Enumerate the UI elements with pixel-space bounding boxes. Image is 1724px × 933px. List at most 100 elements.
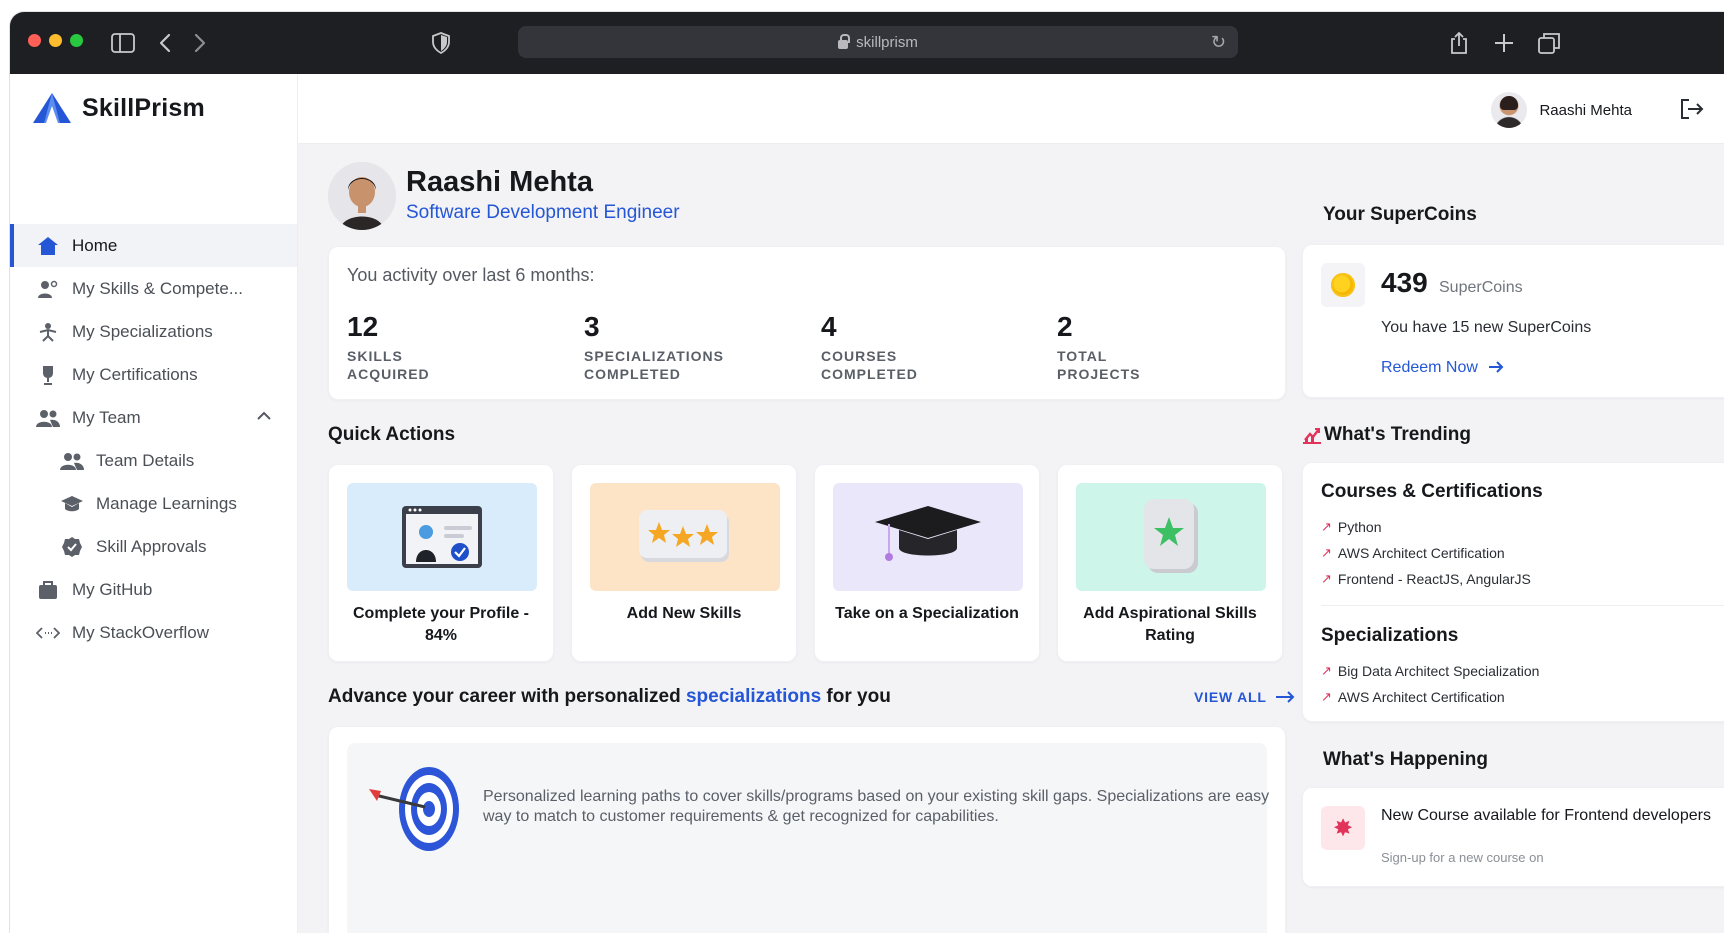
- coin-icon: [1331, 273, 1355, 297]
- quick-actions-title: Quick Actions: [328, 424, 456, 445]
- chevron-up-icon[interactable]: [257, 408, 271, 423]
- address-bar[interactable]: skillprism ↻: [518, 26, 1238, 58]
- redeem-label: Redeem Now: [1381, 359, 1478, 376]
- back-icon[interactable]: [150, 28, 180, 58]
- sidebar-item-label: My GitHub: [72, 579, 153, 599]
- browser-titlebar: skillprism ↻: [10, 12, 1724, 74]
- trending-title-row: What's Trending: [1302, 424, 1471, 446]
- trending-item[interactable]: ↗ Python: [1321, 519, 1382, 535]
- trending-item-label: Big Data Architect Specialization: [1337, 663, 1540, 679]
- sidebar-item-skill-approvals[interactable]: Skill Approvals: [10, 525, 297, 568]
- sidebar-item-label: My StackOverflow: [72, 622, 209, 642]
- heading-prefix: Advance your career with personalized: [328, 686, 686, 707]
- sidebar-item-label: My Specializations: [72, 321, 213, 341]
- sidebar-item-label: Manage Learnings: [96, 493, 237, 513]
- profile-avatar[interactable]: [328, 162, 396, 230]
- top-header: Raashi Mehta: [298, 74, 1724, 144]
- quick-action-complete-profile[interactable]: Complete your Profile - 84%: [328, 464, 554, 662]
- quick-action-aspirational-rating[interactable]: Add Aspirational Skills Rating: [1057, 464, 1283, 662]
- courses-certifications-title: Courses & Certifications: [1321, 481, 1543, 502]
- heading-highlight[interactable]: specializations: [686, 686, 821, 707]
- specialization-banner: Personalized learning paths to cover ski…: [347, 743, 1269, 933]
- stat-value: 4: [821, 311, 837, 342]
- sidebar-item-home[interactable]: Home: [10, 224, 297, 267]
- learning-icon: [60, 494, 84, 514]
- stat-projects: 2 TOTAL PROJECTS: [1057, 311, 1140, 383]
- supercoins-message: You have 15 new SuperCoins: [1381, 319, 1592, 336]
- trending-item-label: Frontend - ReactJS, AngularJS: [1337, 571, 1531, 587]
- tabs-overview-icon[interactable]: [1534, 28, 1564, 58]
- arrow-right-icon: [1489, 361, 1504, 373]
- window-controls: [28, 34, 83, 47]
- sidebar-toggle-icon[interactable]: [108, 28, 138, 58]
- supercoins-title: Your SuperCoins: [1323, 204, 1477, 225]
- trending-item-label: AWS Architect Certification: [1337, 545, 1505, 561]
- quick-action-label: Take on a Specialization: [835, 605, 1019, 622]
- trending-item[interactable]: ↗ Frontend - ReactJS, AngularJS: [1321, 571, 1531, 587]
- maximize-window-button[interactable]: [70, 34, 83, 47]
- sidebar-nav: Home My Skills & Compete... My Specializ…: [10, 224, 297, 654]
- approval-icon: [60, 536, 84, 557]
- sidebar-item-my-specializations[interactable]: My Specializations: [10, 310, 297, 353]
- happening-card[interactable]: ✸ New Course available for Frontend deve…: [1302, 787, 1724, 887]
- sidebar-item-my-skills[interactable]: My Skills & Compete...: [10, 267, 297, 310]
- happening-title: What's Happening: [1323, 749, 1488, 770]
- url-text: skillprism: [856, 33, 918, 51]
- lock-icon: [838, 33, 851, 49]
- quick-action-add-skills[interactable]: Add New Skills: [571, 464, 797, 662]
- sidebar-item-manage-learnings[interactable]: Manage Learnings: [10, 482, 297, 525]
- stat-label: COURSES COMPLETED: [821, 348, 918, 382]
- sidebar-item-label: Team Details: [96, 450, 195, 470]
- certificate-icon: [36, 365, 60, 385]
- stat-label: SKILLS ACQUIRED: [347, 348, 430, 382]
- trending-item[interactable]: ↗ AWS Architect Certification: [1321, 689, 1505, 705]
- logout-icon[interactable]: [1680, 98, 1706, 120]
- forward-icon[interactable]: [185, 28, 215, 58]
- quick-action-label: Complete your Profile - 84%: [352, 605, 530, 644]
- trending-item-label: Python: [1337, 519, 1382, 535]
- specialization-card[interactable]: Personalized learning paths to cover ski…: [328, 726, 1286, 933]
- trending-item-label: AWS Architect Certification: [1337, 689, 1505, 705]
- coin-icon-box: [1321, 263, 1365, 307]
- shield-icon[interactable]: [426, 28, 456, 58]
- header-user-name: Raashi Mehta: [1539, 101, 1632, 119]
- reload-icon[interactable]: ↻: [1211, 32, 1226, 53]
- close-window-button[interactable]: [28, 34, 41, 47]
- arrow-right-icon: [1276, 691, 1295, 703]
- app-logo[interactable]: SkillPrism: [32, 92, 205, 124]
- trending-item[interactable]: ↗ AWS Architect Certification: [1321, 545, 1505, 561]
- heading-suffix: for you: [821, 686, 891, 707]
- stat-value: 2: [1057, 311, 1073, 342]
- stat-courses: 4 COURSES COMPLETED: [821, 311, 918, 383]
- sidebar: SkillPrism Home My Skills & Compete... M…: [10, 74, 298, 933]
- profile-name: Raashi Mehta: [406, 166, 593, 198]
- github-icon: [36, 580, 60, 600]
- home-icon: [36, 236, 60, 256]
- user-menu[interactable]: Raashi Mehta: [1491, 92, 1632, 128]
- team-icon: [36, 408, 60, 428]
- skills-icon: [36, 279, 60, 299]
- sidebar-item-team-details[interactable]: Team Details: [10, 439, 297, 482]
- happening-item-subtitle: Sign-up for a new course on: [1381, 850, 1544, 865]
- sidebar-item-my-certifications[interactable]: My Certifications: [10, 353, 297, 396]
- supercoins-unit: SuperCoins: [1439, 279, 1523, 296]
- minimize-window-button[interactable]: [49, 34, 62, 47]
- redeem-now-link[interactable]: Redeem Now: [1381, 359, 1504, 377]
- supercoins-count: 439: [1381, 267, 1428, 298]
- quick-action-label: Add New Skills: [626, 605, 742, 622]
- specialization-icon: [36, 322, 60, 342]
- sidebar-item-my-stackoverflow[interactable]: My StackOverflow: [10, 611, 297, 654]
- team-details-icon: [60, 451, 84, 471]
- quick-action-specialization[interactable]: Take on a Specialization: [814, 464, 1040, 662]
- sidebar-item-my-github[interactable]: My GitHub: [10, 568, 297, 611]
- sidebar-item-my-team[interactable]: My Team: [10, 396, 297, 439]
- stat-label: SPECIALIZATIONS COMPLETED: [584, 348, 724, 382]
- stat-specializations: 3 SPECIALIZATIONS COMPLETED: [584, 311, 724, 383]
- supercoins-card: 439 SuperCoins You have 15 new SuperCoin…: [1302, 244, 1724, 398]
- new-tab-icon[interactable]: [1489, 28, 1519, 58]
- trend-up-icon: ↗: [1321, 519, 1332, 534]
- view-all-link[interactable]: VIEW ALL: [1194, 689, 1295, 705]
- trending-item[interactable]: ↗ Big Data Architect Specialization: [1321, 663, 1539, 679]
- graduation-cap-icon: [833, 483, 1023, 591]
- share-icon[interactable]: [1444, 28, 1474, 58]
